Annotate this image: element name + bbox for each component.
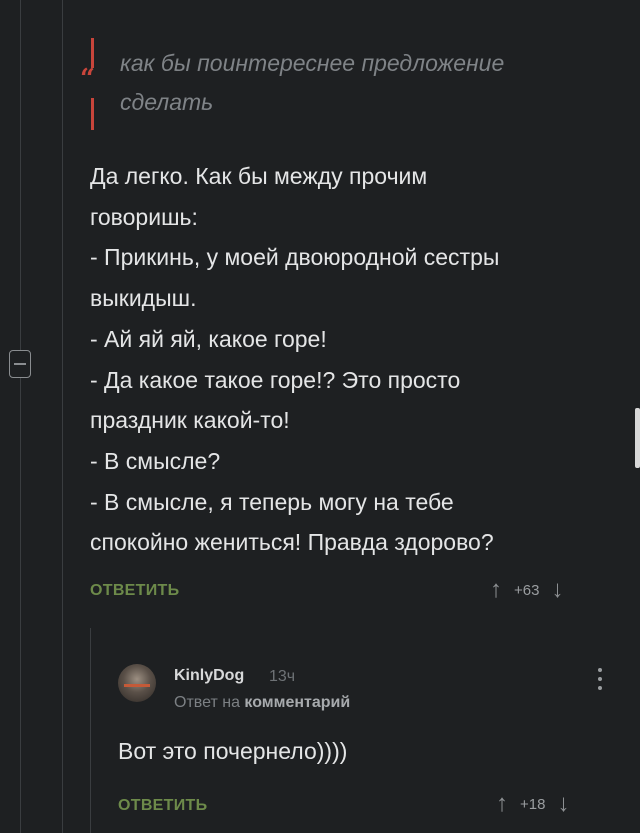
reply-to-line: Ответ на комментарий (174, 694, 350, 712)
comment-line: говоришь: (90, 203, 198, 230)
reply-time: 13ч (269, 668, 296, 685)
quote-line: как бы поинтереснее предложение (120, 50, 505, 76)
comment-vote: ↑ +63 ↓ (490, 576, 563, 604)
comment-text: Да легко. Как бы между прочим говоришь: … (90, 156, 620, 563)
comment-line: - Да какое такое горе!? Это просто (90, 366, 461, 393)
comment-line: выкидыш. (90, 285, 197, 312)
reply-text: Вот это почернело)))) (118, 738, 348, 764)
reply-button[interactable]: ОТВЕТИТЬ (90, 582, 179, 600)
quote-mark-icon: “ (80, 64, 95, 94)
quote-line: сделать (120, 89, 214, 115)
reply-button[interactable]: ОТВЕТИТЬ (118, 797, 207, 815)
comment-line: - Прикинь, у моей двоюродной сестры (90, 244, 500, 271)
reply-to-target-link[interactable]: комментарий (244, 694, 350, 711)
reply-username[interactable]: KinlyDog (174, 667, 244, 685)
comment-line: праздник какой-то! (90, 407, 290, 434)
reply-to-prefix: Ответ на (174, 694, 240, 711)
comment-line: спокойно жениться! Правда здорово? (90, 529, 494, 556)
upvote-icon[interactable]: ↑ (496, 790, 508, 818)
comment-line: - В смысле, я теперь могу на тебе (90, 488, 454, 515)
comment-score: +63 (514, 581, 540, 599)
scrollbar-thumb[interactable] (635, 408, 640, 468)
collapse-thread-button[interactable] (9, 350, 31, 378)
downvote-icon[interactable]: ↓ (551, 576, 563, 604)
avatar[interactable] (118, 664, 156, 702)
quote-bar (91, 98, 94, 130)
reply-score: +18 (520, 795, 546, 813)
thread-line (90, 628, 91, 833)
comment-line: - В смысле? (90, 447, 221, 474)
reply-vote: ↑ +18 ↓ (496, 790, 569, 818)
downvote-icon[interactable]: ↓ (557, 790, 569, 818)
comment-line: Да легко. Как бы между прочим (90, 163, 428, 189)
comment-line: - Ай яй яй, какое горе! (90, 325, 327, 352)
upvote-icon[interactable]: ↑ (490, 576, 502, 604)
more-options-icon[interactable] (597, 668, 603, 695)
thread-line (62, 0, 63, 833)
thread-line (20, 0, 21, 833)
quote-text: как бы поинтереснее предложение сделать (120, 44, 620, 122)
